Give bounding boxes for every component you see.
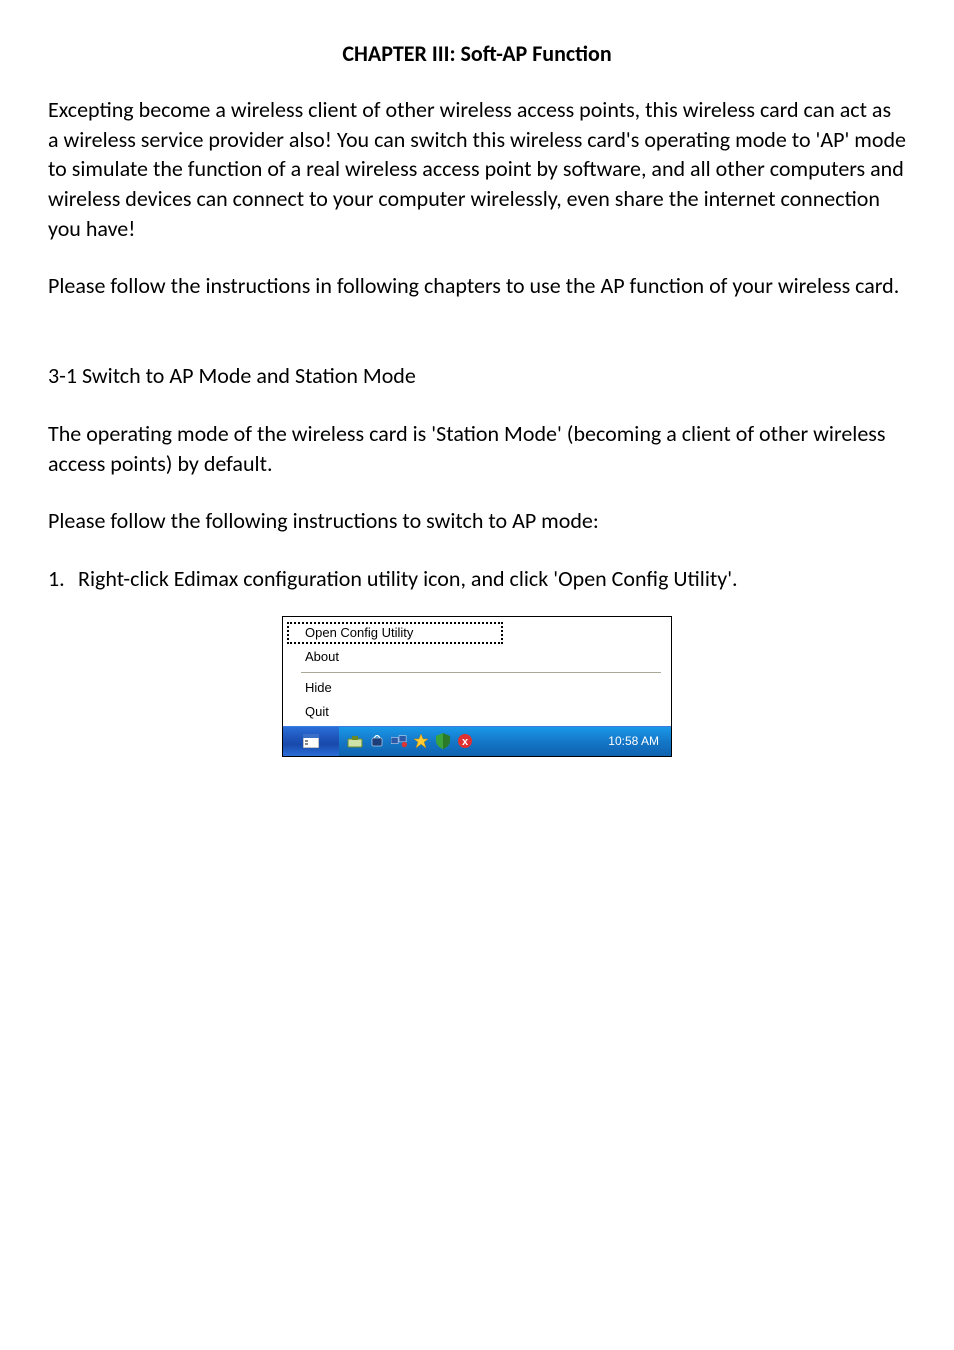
menu-item-open-config[interactable]: Open Config Utility: [283, 621, 671, 645]
step-1: 1. Right-click Edimax configuration util…: [48, 564, 906, 594]
menu-item-open-config-label: Open Config Utility: [305, 625, 413, 640]
blocked-icon[interactable]: x: [457, 733, 473, 749]
taskbar-app-button[interactable]: [283, 727, 339, 756]
network-computers-icon[interactable]: [391, 733, 407, 749]
context-menu: Open Config Utility About Hide Quit: [283, 617, 671, 726]
step-1-number: 1.: [48, 564, 78, 594]
screenshot: Open Config Utility About Hide Quit: [282, 616, 672, 757]
paragraph-intro-1: Excepting become a wireless client of ot…: [48, 95, 906, 243]
svg-text:x: x: [462, 736, 469, 748]
section-heading: 3-1 Switch to AP Mode and Station Mode: [48, 361, 906, 391]
star-icon[interactable]: [413, 733, 429, 749]
shield-icon[interactable]: [435, 733, 451, 749]
system-tray: x 10:58 AM: [339, 727, 671, 756]
paragraph-mode-default: The operating mode of the wireless card …: [48, 419, 906, 478]
menu-item-about-label: About: [305, 649, 339, 664]
menu-item-hide[interactable]: Hide: [283, 676, 671, 700]
document-page: CHAPTER III: Soft-AP Function Excepting …: [0, 0, 954, 797]
taskbar: x 10:58 AM: [283, 726, 671, 756]
screenshot-container: Open Config Utility About Hide Quit: [48, 616, 906, 757]
safely-remove-icon[interactable]: [347, 733, 363, 749]
menu-separator: [301, 672, 661, 673]
menu-item-hide-label: Hide: [305, 680, 332, 695]
menu-item-quit-label: Quit: [305, 704, 329, 719]
taskbar-clock[interactable]: 10:58 AM: [608, 734, 663, 748]
paragraph-intro-2: Please follow the instructions in follow…: [48, 271, 906, 301]
step-1-text: Right-click Edimax configuration utility…: [78, 564, 738, 594]
wifi-signal-icon[interactable]: [369, 733, 385, 749]
menu-item-quit[interactable]: Quit: [283, 700, 671, 724]
app-window-icon: [303, 733, 319, 749]
chapter-title: CHAPTER III: Soft-AP Function: [48, 40, 906, 67]
paragraph-instruction-lead: Please follow the following instructions…: [48, 506, 906, 536]
menu-item-about[interactable]: About: [283, 645, 671, 669]
